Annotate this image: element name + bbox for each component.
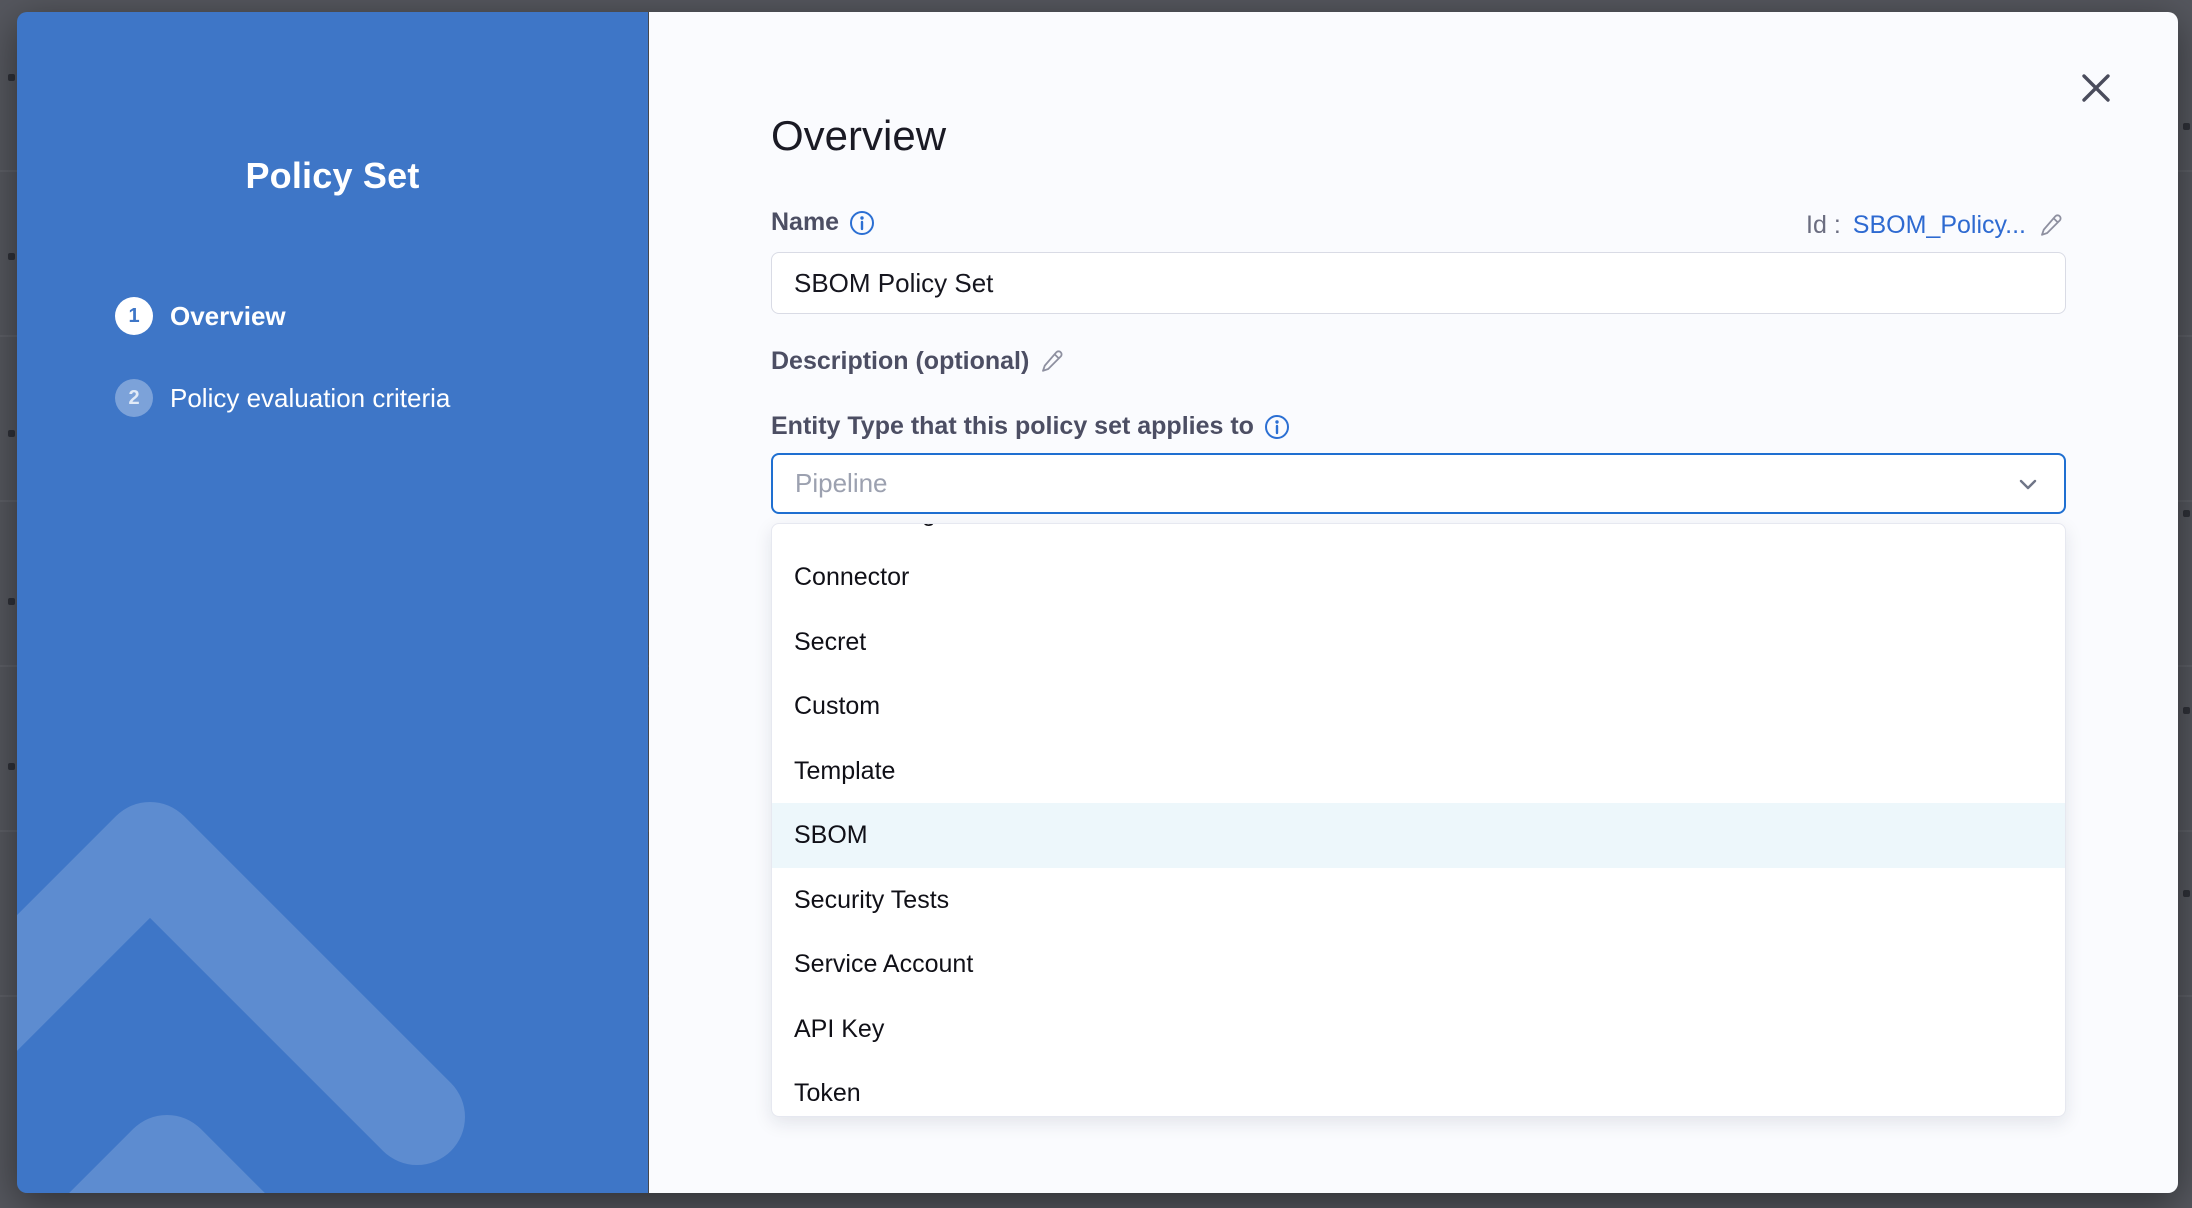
backdrop-bullet xyxy=(2183,707,2190,714)
dropdown-option[interactable]: Custom xyxy=(772,674,2065,739)
dropdown-option[interactable]: SBOM xyxy=(772,803,2065,868)
backdrop-bullet xyxy=(8,763,15,770)
description-label: Description (optional) xyxy=(771,347,1029,376)
backdrop-bullet xyxy=(8,430,15,437)
dropdown-option[interactable]: Security Tests xyxy=(772,868,2065,933)
modal-title: Policy Set xyxy=(17,155,648,197)
id-prefix-label: Id : xyxy=(1806,211,1841,240)
backdrop-bullet xyxy=(2183,123,2190,130)
id-value-link[interactable]: SBOM_Policy... xyxy=(1853,211,2026,240)
info-icon[interactable] xyxy=(1264,414,1290,440)
stepper-item-overview[interactable]: 1 Overview xyxy=(115,297,286,335)
step-2-number-badge: 2 xyxy=(115,379,153,417)
policy-set-modal: Policy Set 1 Overview 2 Policy evaluatio… xyxy=(17,12,2178,1193)
overview-step-panel: Overview Name Id : SBOM_Policy... Descri… xyxy=(649,12,2178,1193)
step-1-label: Overview xyxy=(170,301,286,332)
info-icon[interactable] xyxy=(849,210,875,236)
dropdown-option[interactable]: Token xyxy=(772,1061,2065,1117)
chevron-down-icon xyxy=(2014,470,2042,498)
dropdown-option[interactable]: Secret xyxy=(772,610,2065,675)
dropdown-option[interactable]: Service Account xyxy=(772,932,2065,997)
dropdown-option[interactable]: Connector xyxy=(772,545,2065,610)
backdrop-bullet xyxy=(8,74,15,81)
entity-type-placeholder: Pipeline xyxy=(795,468,2014,499)
dropdown-option[interactable]: API Key xyxy=(772,997,2065,1062)
edit-id-pencil-icon[interactable] xyxy=(2038,212,2065,239)
entity-type-dropdown-menu: Feature Flag ConnectorSecretCustomTempla… xyxy=(771,523,2066,1117)
dropdown-option[interactable]: Template xyxy=(772,739,2065,804)
dropdown-option-partial[interactable]: Feature Flag xyxy=(772,523,2065,545)
dropdown-option-list: ConnectorSecretCustomTemplateSBOMSecurit… xyxy=(772,545,2065,1117)
step-1-number-badge: 1 xyxy=(115,297,153,335)
backdrop-bullet xyxy=(8,253,15,260)
stepper-item-policy-evaluation-criteria[interactable]: 2 Policy evaluation criteria xyxy=(115,379,450,417)
entity-id-row: Id : SBOM_Policy... xyxy=(1806,211,2065,240)
close-icon[interactable] xyxy=(2079,71,2113,105)
backdrop-bullet xyxy=(8,598,15,605)
name-input[interactable] xyxy=(771,252,2066,314)
entity-type-label: Entity Type that this policy set applies… xyxy=(771,412,1254,441)
name-label: Name xyxy=(771,208,839,237)
step-2-label: Policy evaluation criteria xyxy=(170,383,450,414)
edit-description-pencil-icon[interactable] xyxy=(1039,348,1066,375)
page-title: Overview xyxy=(771,112,946,160)
stepper-sidebar: Policy Set 1 Overview 2 Policy evaluatio… xyxy=(17,12,648,1193)
backdrop-bullet xyxy=(2183,510,2190,517)
backdrop-bullet xyxy=(2183,890,2190,897)
entity-type-select[interactable]: Pipeline xyxy=(771,453,2066,514)
